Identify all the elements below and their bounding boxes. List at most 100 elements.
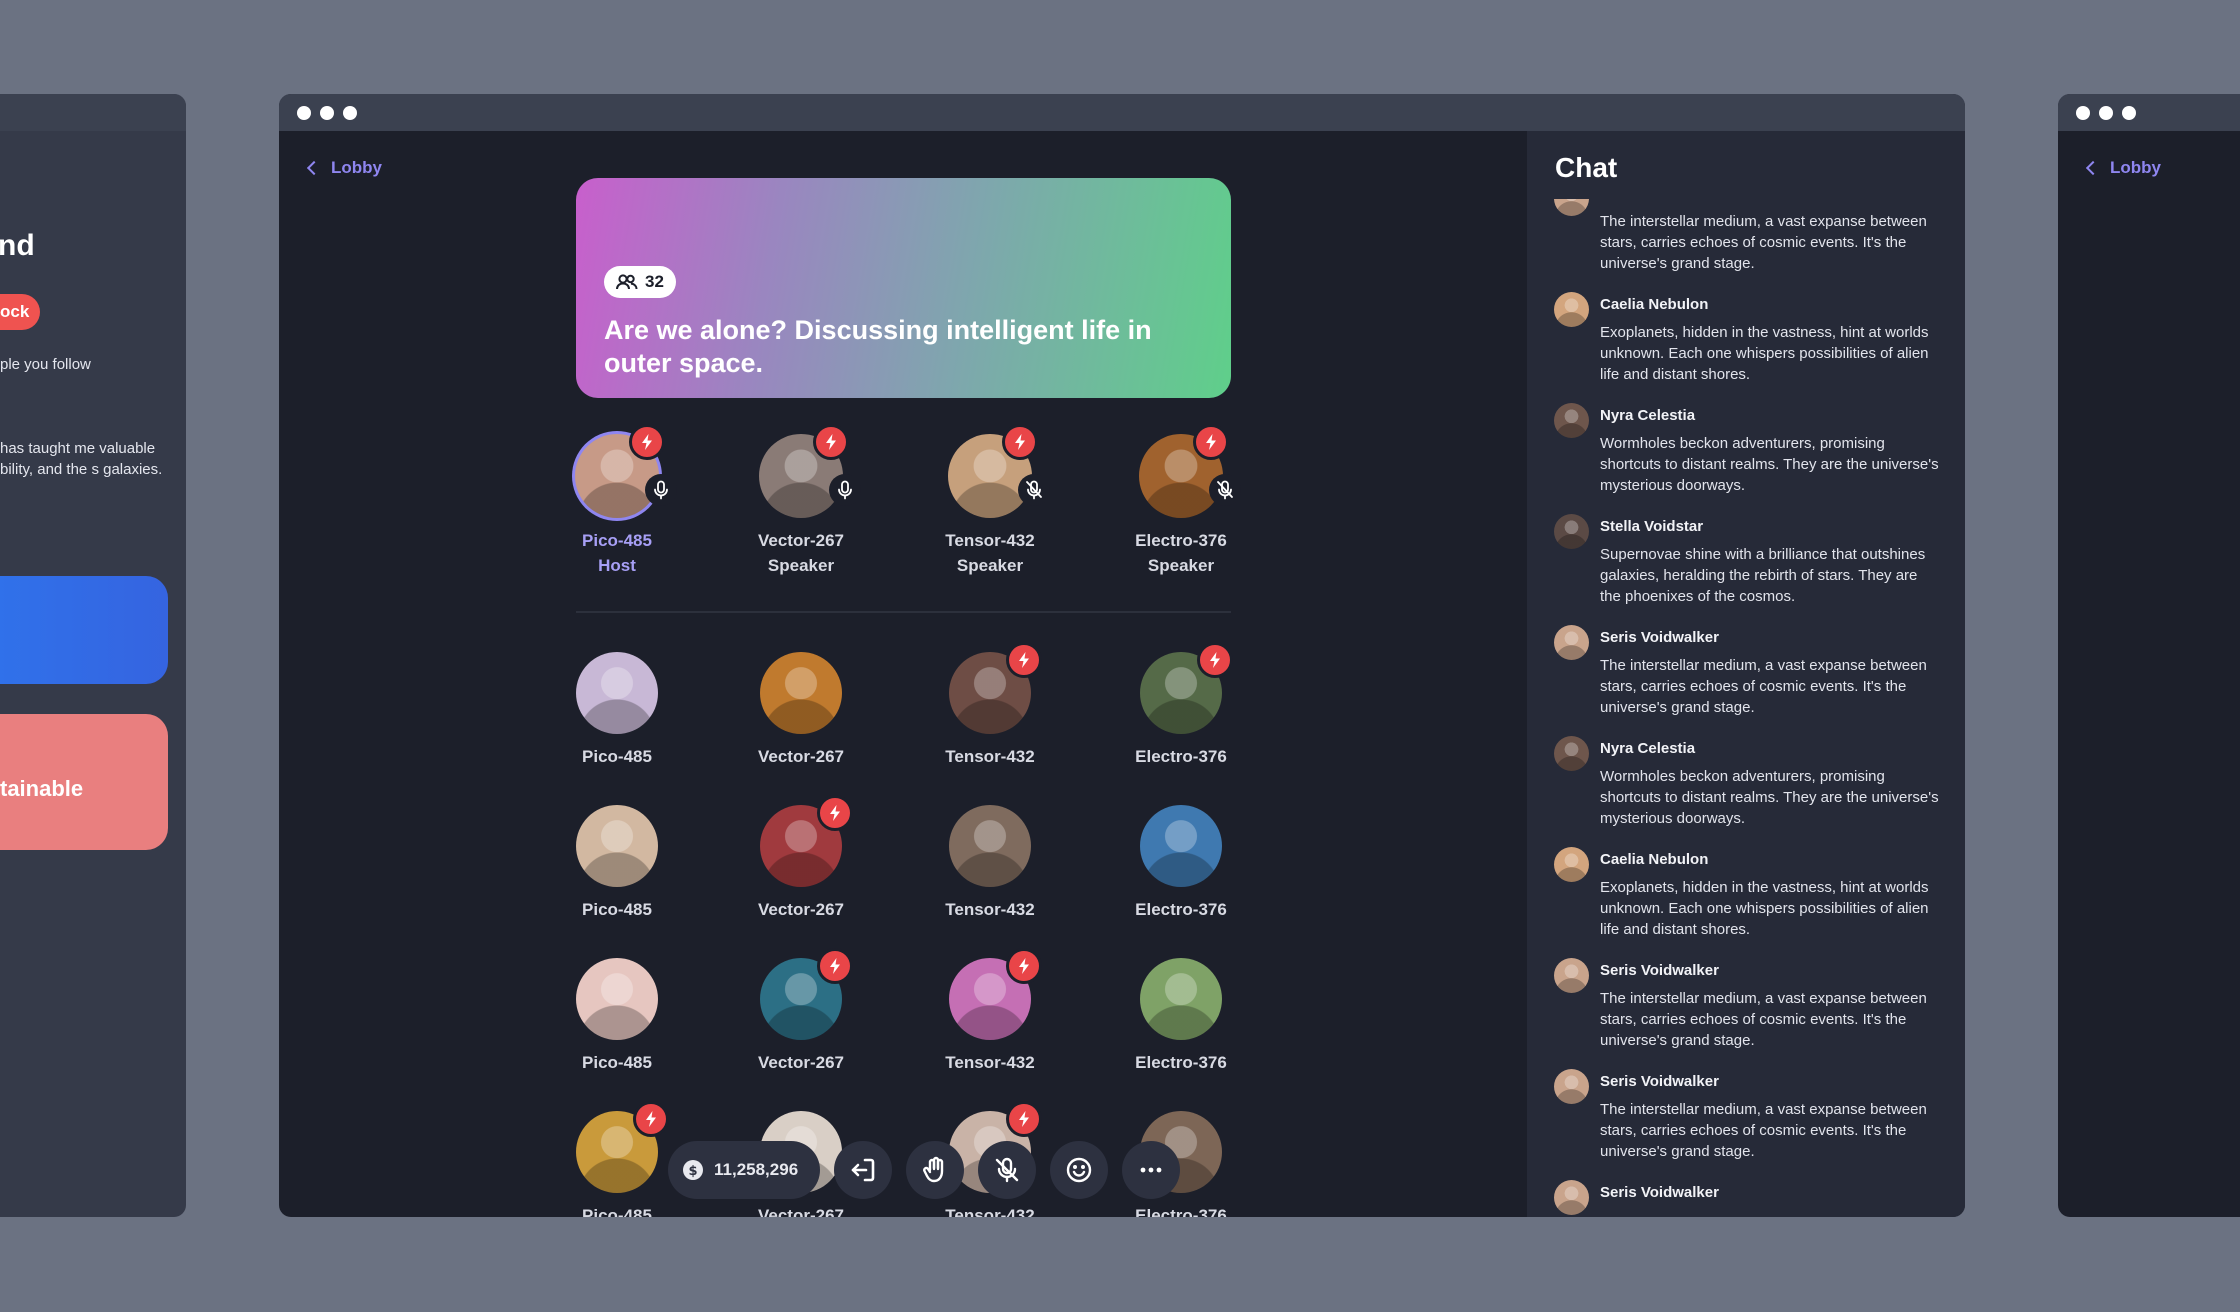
chat-author[interactable]: Nyra Celestia	[1600, 407, 1695, 424]
chat-text: The interstellar medium, a vast expanse …	[1600, 990, 1927, 1049]
chat-author[interactable]: Seris Voidwalker	[1600, 199, 1719, 202]
audience-name: Vector-267	[758, 1053, 844, 1072]
boost-bolt-icon	[813, 424, 849, 460]
chat-author[interactable]: Seris Voidwalker	[1600, 1184, 1719, 1201]
chat-avatar[interactable]	[1554, 847, 1589, 882]
leave-room-button[interactable]	[834, 1141, 893, 1199]
window-dot[interactable]	[2122, 106, 2136, 120]
main-window: Lobby 32 Are we alone? Discussing intell…	[279, 94, 1965, 1217]
audience-name: Pico-485	[582, 900, 652, 919]
chevron-left-icon	[2085, 160, 2101, 176]
chat-text: Wormholes beckon adventurers, promising …	[1600, 435, 1939, 494]
boost-bolt-icon	[633, 1101, 669, 1137]
audience-avatar[interactable]	[1140, 805, 1222, 887]
window-dot[interactable]	[320, 106, 334, 120]
left-background-window: nd ock ple you follow has taught me valu…	[0, 94, 186, 1217]
more-icon	[1140, 1167, 1162, 1173]
window-dot[interactable]	[343, 106, 357, 120]
boost-bolt-icon	[817, 795, 853, 831]
audience-avatar[interactable]	[949, 805, 1031, 887]
audience-avatar[interactable]	[576, 652, 658, 734]
speaker-role: Host	[598, 556, 636, 575]
chat-avatar[interactable]	[1554, 958, 1589, 993]
stage-divider	[576, 611, 1231, 613]
boost-bolt-icon	[1193, 424, 1229, 460]
raise-hand-icon	[923, 1156, 944, 1183]
boost-bolt-icon	[1006, 642, 1042, 678]
audience-name: Electro-376	[1135, 1206, 1227, 1217]
chat-author[interactable]: Caelia Nebulon	[1600, 851, 1708, 868]
audience-name: Tensor-432	[945, 1206, 1035, 1217]
chat-avatar[interactable]	[1554, 403, 1589, 438]
more-options-button[interactable]	[1122, 1141, 1181, 1199]
room-toolbar: $ 11,258,296	[668, 1141, 1181, 1199]
chevron-left-icon	[306, 160, 322, 176]
chat-author[interactable]: Stella Voidstar	[1600, 518, 1703, 535]
chat-avatar[interactable]	[1554, 625, 1589, 660]
mute-toggle-button[interactable]	[978, 1141, 1037, 1199]
audience-name: Tensor-432	[945, 1053, 1035, 1072]
chat-avatar[interactable]	[1554, 292, 1589, 327]
chat-author[interactable]: Seris Voidwalker	[1600, 629, 1719, 646]
back-link-label: Lobby	[331, 158, 382, 177]
chat-author[interactable]: Seris Voidwalker	[1600, 1073, 1719, 1090]
audience-name: Vector-267	[758, 1206, 844, 1217]
chat-avatar[interactable]	[1554, 1180, 1589, 1215]
boost-bolt-icon	[1002, 424, 1038, 460]
left-window-blue-card[interactable]	[0, 576, 168, 684]
back-to-lobby-link[interactable]: Lobby	[306, 158, 382, 178]
left-window-paragraph: has taught me valuable bility, and the s…	[0, 440, 163, 478]
back-to-lobby-link[interactable]: Lobby	[2085, 158, 2161, 178]
speaker-role: Speaker	[956, 556, 1024, 575]
listener-count-badge: 32	[604, 266, 676, 298]
audience-avatar[interactable]	[576, 958, 658, 1040]
chat-text: Exoplanets, hidden in the vastness, hint…	[1600, 324, 1929, 383]
window-dot[interactable]	[2099, 106, 2113, 120]
raise-hand-button[interactable]	[906, 1141, 965, 1199]
left-window-pill-button[interactable]: ock	[0, 294, 40, 330]
speaker-name: Electro-376	[1135, 531, 1227, 550]
chat-message-list[interactable]: Seris Voidwalker The interstellar medium,…	[1527, 199, 1965, 1217]
people-icon	[616, 274, 638, 290]
mic-on-icon	[645, 474, 677, 506]
audience-avatar[interactable]	[760, 652, 842, 734]
window-dot[interactable]	[297, 106, 311, 120]
chat-author[interactable]: Seris Voidwalker	[1600, 962, 1719, 979]
chat-avatar[interactable]	[1554, 514, 1589, 549]
window-titlebar	[0, 94, 186, 131]
audience-name: Pico-485	[582, 747, 652, 766]
boost-bolt-icon	[1006, 948, 1042, 984]
speaker-name: Pico-485	[582, 531, 652, 550]
chat-title: Chat	[1555, 152, 1618, 183]
coin-balance[interactable]: $ 11,258,296	[668, 1141, 821, 1199]
chat-author[interactable]: Nyra Celestia	[1600, 740, 1695, 757]
chat-avatar[interactable]	[1554, 736, 1589, 771]
audience-avatar[interactable]	[1140, 958, 1222, 1040]
chat-text: The interstellar medium, a vast expanse …	[1600, 213, 1927, 272]
window-titlebar	[2058, 94, 2240, 131]
chat-panel: Chat Seris Voidwalker The interstellar me…	[1527, 131, 1965, 1217]
speaker-role: Speaker	[1147, 556, 1215, 575]
mic-off-icon	[1209, 474, 1241, 506]
boost-bolt-icon	[629, 424, 665, 460]
audience-avatar[interactable]	[576, 805, 658, 887]
left-window-follow-text: ple you follow	[0, 356, 91, 373]
chat-avatar[interactable]	[1554, 199, 1589, 216]
chat-author[interactable]: Caelia Nebulon	[1600, 296, 1708, 313]
chat-text: Wormholes beckon adventurers, promising …	[1600, 768, 1939, 827]
boost-bolt-icon	[1006, 1101, 1042, 1137]
window-controls	[2076, 106, 2136, 120]
reactions-button[interactable]	[1050, 1141, 1109, 1199]
window-titlebar	[279, 94, 1965, 131]
boost-bolt-icon	[817, 948, 853, 984]
audience-name: Electro-376	[1135, 1053, 1227, 1072]
room-title: Are we alone? Discussing intelligent lif…	[604, 315, 1152, 378]
left-window-red-card[interactable]: tainable	[0, 714, 168, 850]
chat-avatar[interactable]	[1554, 1069, 1589, 1104]
window-dot[interactable]	[2076, 106, 2090, 120]
coin-balance-value: 11,258,296	[714, 1160, 799, 1179]
audience-name: Electro-376	[1135, 900, 1227, 919]
chat-text: Exoplanets, hidden in the vastness, hint…	[1600, 879, 1929, 938]
boost-bolt-icon	[1197, 642, 1233, 678]
svg-text:$: $	[688, 1164, 697, 1179]
